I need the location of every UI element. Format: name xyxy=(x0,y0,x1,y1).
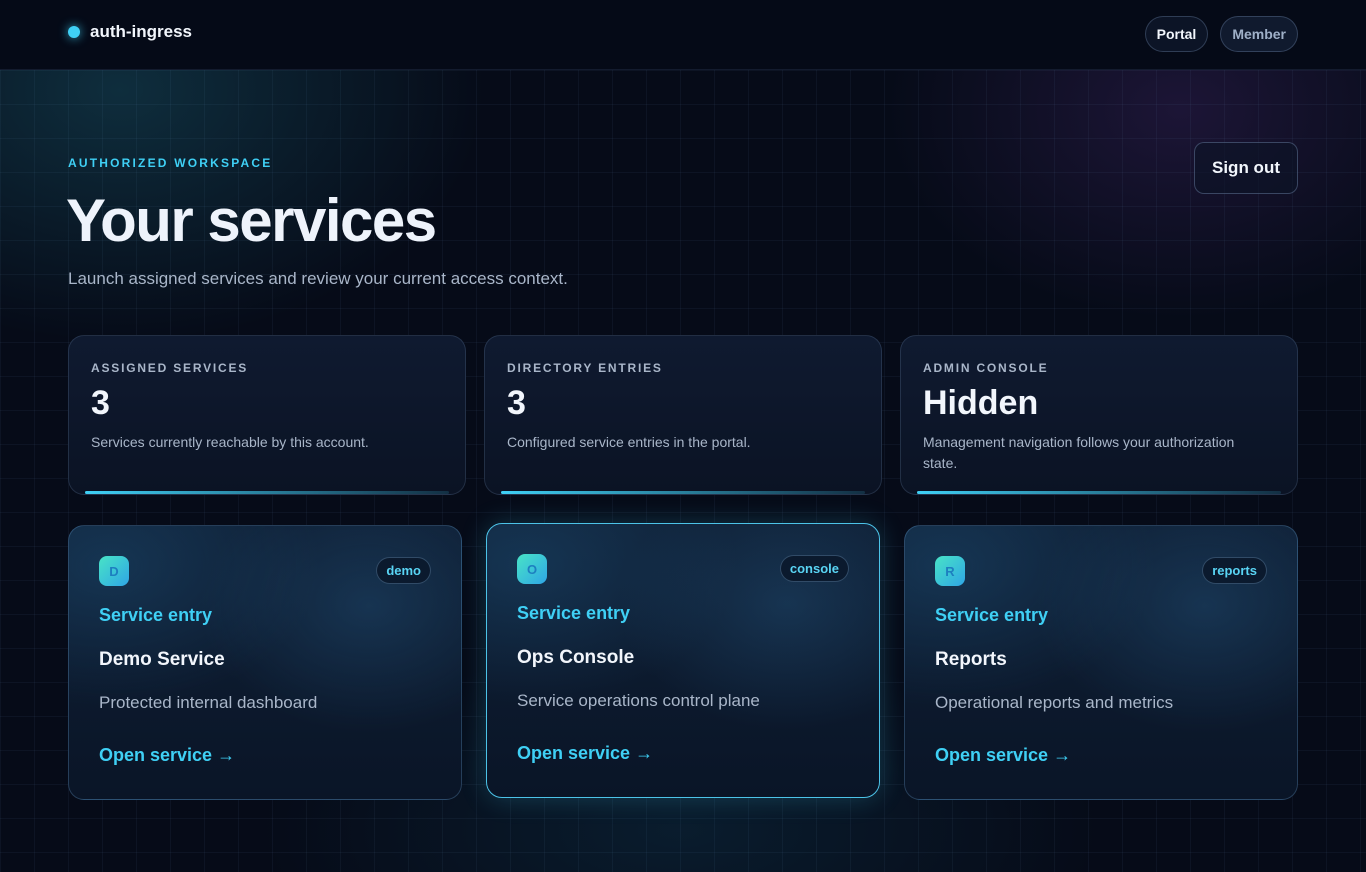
nav-portal-button[interactable]: Portal xyxy=(1144,16,1209,52)
top-nav: Portal Member xyxy=(1144,16,1298,52)
service-card-reports[interactable]: R reports Service entry Reports Operatio… xyxy=(904,525,1298,800)
stat-description: Services currently reachable by this acc… xyxy=(91,434,369,450)
service-kicker: Service entry xyxy=(517,603,631,623)
service-icon: D xyxy=(99,556,129,586)
open-service-link[interactable]: Open service → xyxy=(99,745,235,766)
service-name: Ops Console xyxy=(517,647,635,668)
service-description: Service operations control plane xyxy=(517,691,760,710)
stat-value: 3 xyxy=(91,384,110,422)
stat-label: ASSIGNED SERVICES xyxy=(91,361,249,375)
stat-accent-bar xyxy=(85,491,449,494)
service-kicker: Service entry xyxy=(99,605,213,625)
stat-description: Management navigation follows your autho… xyxy=(923,434,1235,471)
status-dot-icon xyxy=(68,26,80,38)
stat-card-assigned-services: ASSIGNED SERVICES 3 Services currently r… xyxy=(68,335,466,495)
section-eyebrow: AUTHORIZED WORKSPACE xyxy=(68,156,273,170)
service-tag: console xyxy=(779,555,849,582)
stat-label: DIRECTORY ENTRIES xyxy=(507,361,663,375)
open-service-link[interactable]: Open service → xyxy=(517,743,653,764)
brand-name: auth-ingress xyxy=(90,22,193,41)
service-card-console[interactable]: O console Service entry Ops Console Serv… xyxy=(486,523,880,798)
service-icon: R xyxy=(935,556,965,586)
service-tag: reports xyxy=(1202,557,1267,584)
nav-member-button[interactable]: Member xyxy=(1220,16,1298,52)
service-kicker: Service entry xyxy=(935,605,1049,625)
page-subtitle: Launch assigned services and review your… xyxy=(68,269,568,288)
top-bar: auth-ingress Portal Member xyxy=(0,0,1366,70)
stat-card-admin-console: ADMIN CONSOLE Hidden Management navigati… xyxy=(900,335,1298,495)
stat-description: Configured service entries in the portal… xyxy=(507,434,751,450)
service-description: Protected internal dashboard xyxy=(99,693,318,712)
stat-accent-bar xyxy=(501,491,865,494)
stat-label: ADMIN CONSOLE xyxy=(923,361,1049,375)
service-card-demo[interactable]: D demo Service entry Demo Service Protec… xyxy=(68,525,462,800)
brand[interactable]: auth-ingress xyxy=(68,22,192,42)
service-tag: demo xyxy=(376,557,431,584)
stat-value: Hidden xyxy=(923,384,1039,422)
stat-value: 3 xyxy=(507,384,526,422)
service-name: Demo Service xyxy=(99,649,225,670)
page-title: Your services xyxy=(66,187,437,254)
stat-accent-bar xyxy=(917,491,1281,494)
service-name: Reports xyxy=(935,649,1007,670)
open-service-link[interactable]: Open service → xyxy=(935,745,1071,766)
service-description: Operational reports and metrics xyxy=(935,693,1174,712)
stat-card-directory-entries: DIRECTORY ENTRIES 3 Configured service e… xyxy=(484,335,882,495)
sign-out-button[interactable]: Sign out xyxy=(1194,142,1298,194)
service-icon: O xyxy=(517,554,547,584)
